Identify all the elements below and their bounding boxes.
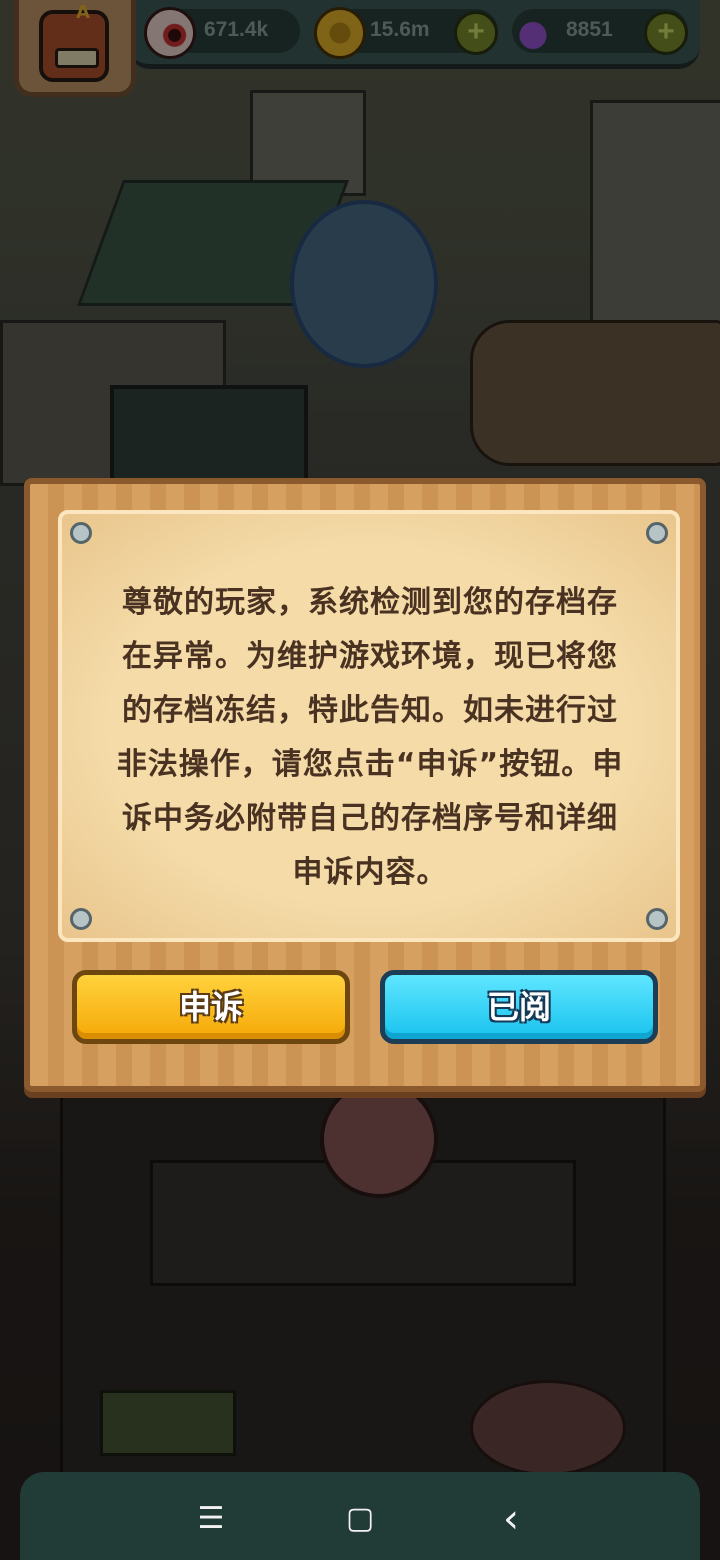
rivet-icon (70, 522, 92, 544)
rivet-icon (646, 908, 668, 930)
menu-key-icon[interactable]: ☰ (186, 1494, 236, 1544)
home-key-icon[interactable]: ▢ (335, 1494, 385, 1544)
dialog-message: 尊敬的玩家，系统检测到您的存档存在异常。为维护游戏环境，现已将您的存档冻结，特此… (116, 585, 624, 890)
message-paper: 尊敬的玩家，系统检测到您的存档存在异常。为维护游戏环境，现已将您的存档冻结，特此… (58, 510, 680, 942)
back-key-icon[interactable]: ‹ (486, 1494, 536, 1544)
read-button[interactable]: 已阅 (380, 970, 658, 1044)
rivet-icon (646, 522, 668, 544)
rivet-icon (70, 908, 92, 930)
account-frozen-dialog: 尊敬的玩家，系统检测到您的存档存在异常。为维护游戏环境，现已将您的存档冻结，特此… (24, 478, 706, 1092)
system-navigation-bar: ☰ ▢ ‹ (0, 1480, 720, 1560)
appeal-button[interactable]: 申诉 (72, 970, 350, 1044)
